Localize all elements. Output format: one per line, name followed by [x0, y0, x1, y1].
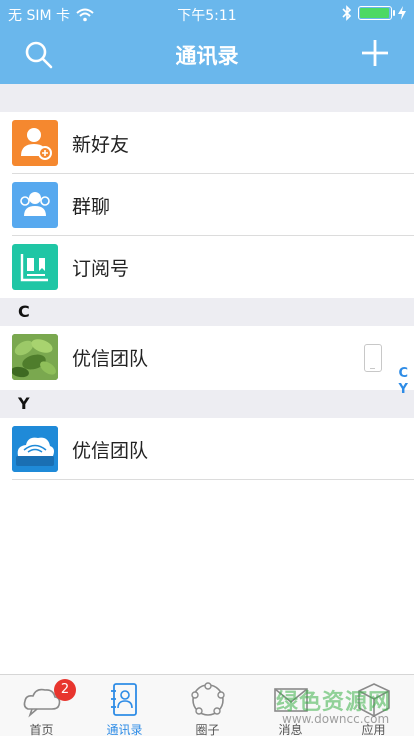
tab-label: 首页 [29, 723, 54, 736]
site-watermark: 绿色资源网 www.downcc.com [268, 678, 414, 736]
contacts-screen: 无 SIM 卡 下午5:11 通讯录 新好友 群聊 订阅号 C 优信团队 Y 优… [0, 0, 414, 736]
contact-name: 优信团队 [72, 440, 149, 462]
tab-home[interactable]: 2 首页 [0, 675, 83, 736]
group-chat-label: 群聊 [72, 196, 111, 218]
subscription-row[interactable]: 订阅号 [0, 236, 414, 298]
status-bar: 无 SIM 卡 下午5:11 [0, 0, 414, 28]
header-spacer [0, 84, 414, 112]
tab-label: 通讯录 [106, 723, 143, 736]
new-friends-label: 新好友 [72, 134, 130, 156]
charging-icon [398, 6, 406, 20]
unread-badge: 2 [54, 679, 76, 701]
contact-name: 优信团队 [72, 348, 149, 370]
status-right [342, 5, 406, 21]
contacts-book-icon [111, 683, 137, 716]
youxin-logo-avatar [12, 426, 58, 472]
section-letter: C [18, 302, 30, 321]
plus-icon[interactable] [360, 38, 390, 68]
alphabet-index[interactable]: C Y [398, 366, 408, 398]
plant-photo-avatar [12, 334, 58, 380]
section-letter: Y [18, 394, 30, 413]
header: 无 SIM 卡 下午5:11 通讯录 [0, 0, 414, 84]
new-friends-row[interactable]: 新好友 [0, 112, 414, 174]
bluetooth-icon [342, 5, 352, 21]
tab-circle[interactable]: 圈子 [166, 675, 249, 736]
row-divider [12, 479, 414, 480]
battery-icon [358, 6, 395, 20]
page-title: 通讯录 [175, 44, 239, 68]
circle-icon [191, 682, 225, 716]
subscription-icon [12, 244, 58, 290]
contact-row[interactable]: 优信团队 [0, 418, 414, 480]
tab-label: 圈子 [195, 723, 220, 736]
new-friend-icon [12, 120, 58, 166]
index-letter-c[interactable]: C [398, 366, 408, 382]
nav-bar: 通讯录 [0, 28, 414, 80]
group-chat-icon [12, 182, 58, 228]
subscription-label: 订阅号 [72, 258, 130, 280]
group-chat-row[interactable]: 群聊 [0, 174, 414, 236]
section-header-y: Y [0, 390, 414, 418]
contact-row[interactable]: 优信团队 [0, 326, 414, 388]
mobile-phone-icon [364, 344, 382, 372]
section-header-c: C [0, 298, 414, 326]
watermark-url: www.downcc.com [282, 712, 390, 726]
index-letter-y[interactable]: Y [399, 382, 408, 398]
tab-contacts[interactable]: 通讯录 [83, 675, 166, 736]
